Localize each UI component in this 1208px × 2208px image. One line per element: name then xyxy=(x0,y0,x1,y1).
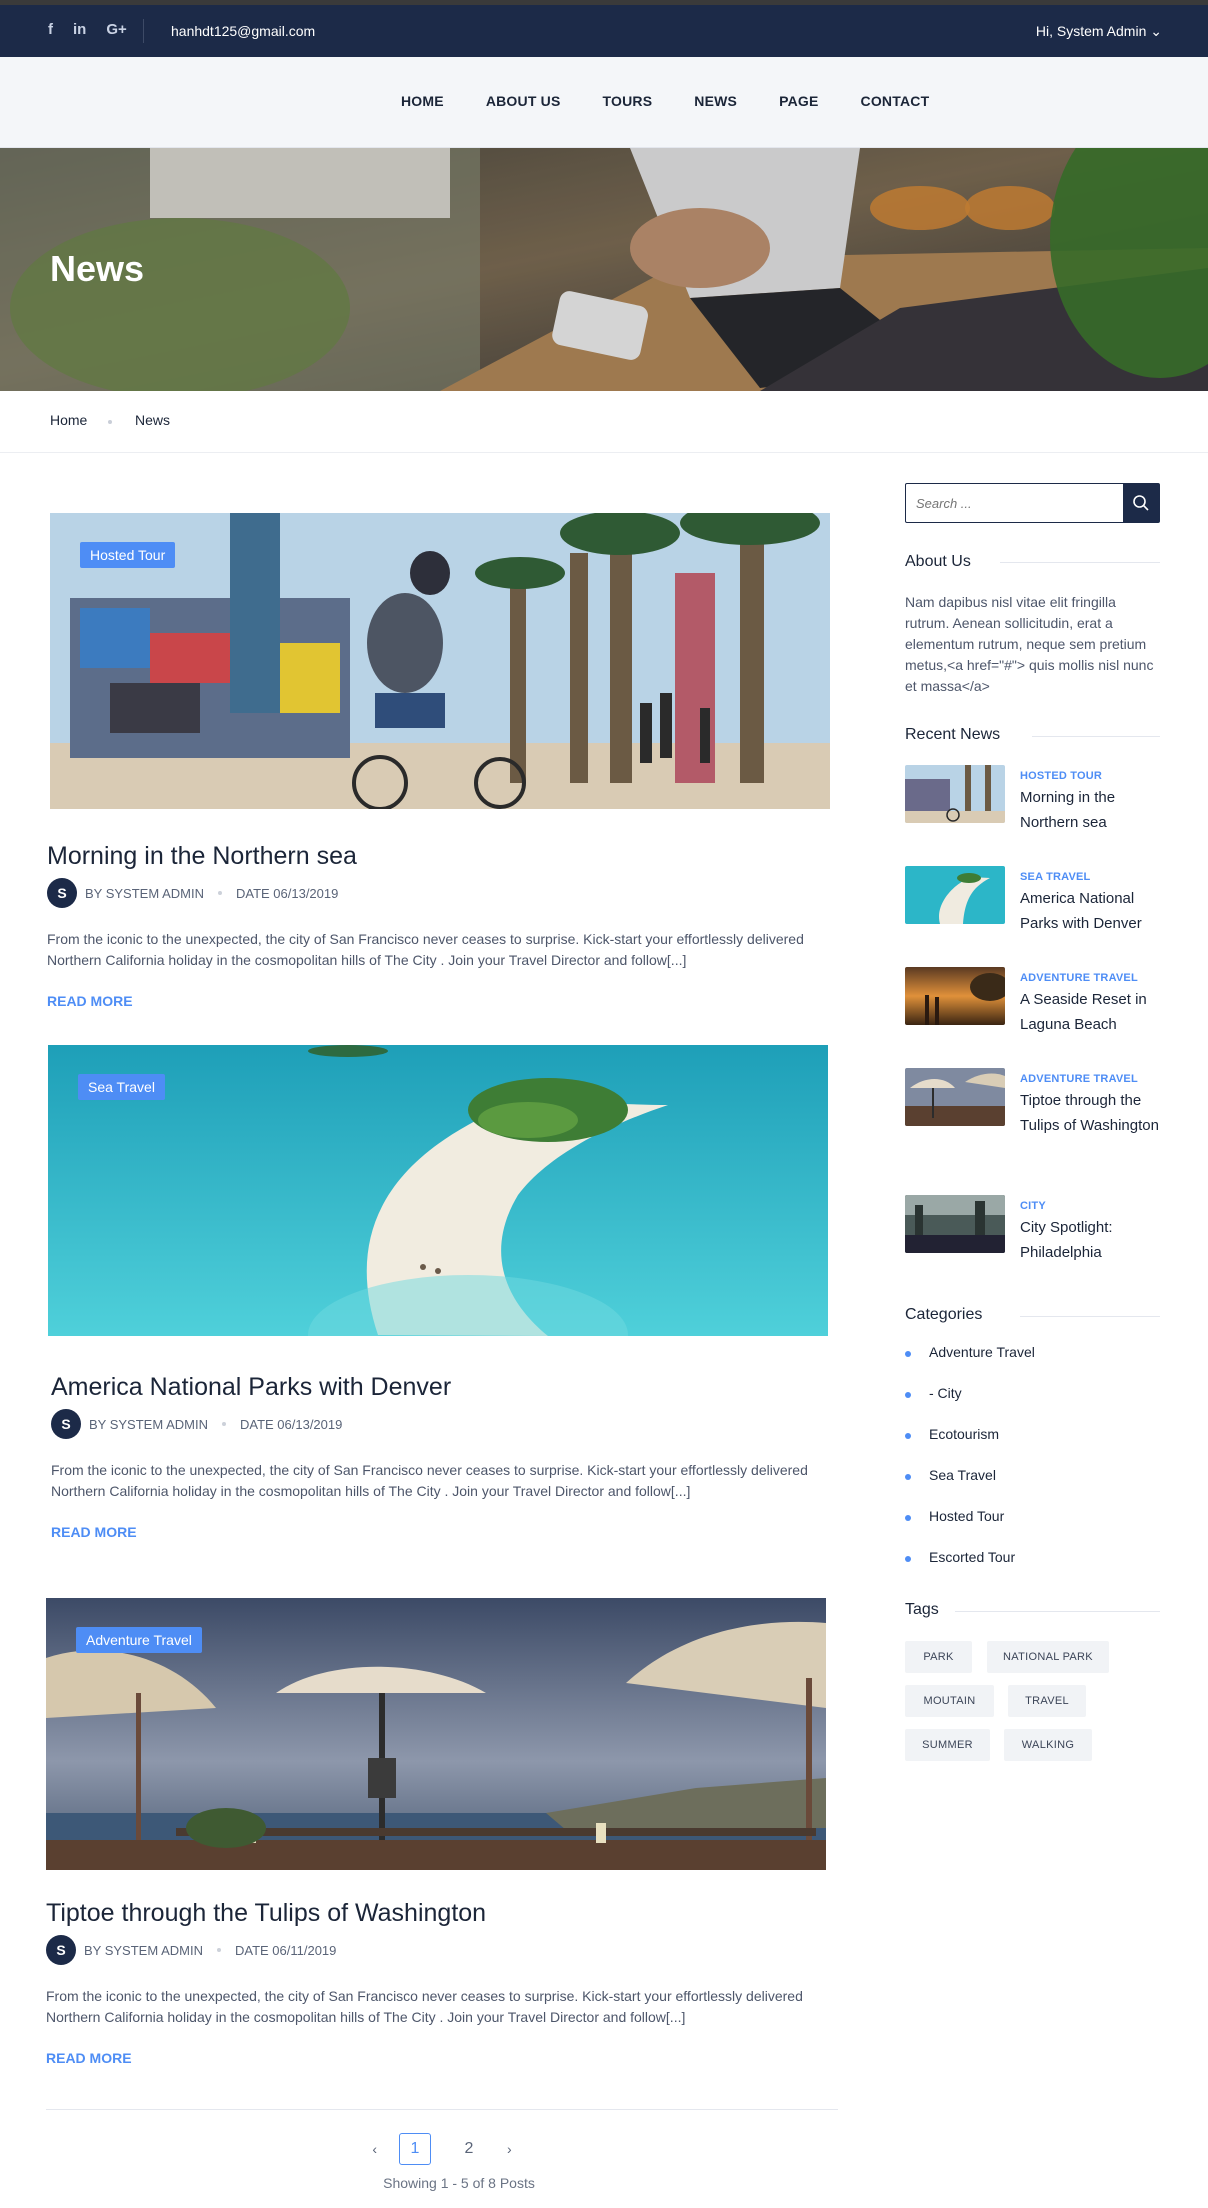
nav-item-contact[interactable]: CONTACT xyxy=(861,93,930,109)
post-category-badge[interactable]: Adventure Travel xyxy=(76,1627,202,1653)
social-links: f in G+ xyxy=(48,21,127,38)
read-more-link[interactable]: READ MORE xyxy=(51,1524,137,1540)
recent-news-title[interactable]: Tiptoe through the Tulips of Washington xyxy=(1020,1088,1160,1138)
heading-rule xyxy=(1020,1316,1160,1317)
recent-news-heading: Recent News xyxy=(905,726,1001,743)
avatar: S xyxy=(51,1409,81,1439)
pagination: ‹ 1 2 › xyxy=(0,2133,884,2165)
main-nav: HOME ABOUT US TOURS NEWS PAGE CONTACT xyxy=(0,57,1208,148)
about-text: Nam dapibus nisl vitae elit fringilla ru… xyxy=(905,594,1154,694)
post-title[interactable]: Tiptoe through the Tulips of Washington xyxy=(46,1899,486,1928)
categories-heading: Categories xyxy=(905,1306,983,1323)
page-button-1[interactable]: 1 xyxy=(399,2133,431,2165)
post-date: DATE 06/11/2019 xyxy=(234,1942,337,1958)
post-date: DATE 06/13/2019 xyxy=(239,1416,343,1432)
post-author[interactable]: BY SYSTEM ADMIN xyxy=(84,1943,203,1958)
post-excerpt: From the iconic to the unexpected, the c… xyxy=(46,1988,803,2025)
meta-separator xyxy=(221,1422,226,1426)
google-plus-icon[interactable]: G+ xyxy=(106,21,126,38)
page-title: News xyxy=(50,248,145,289)
heading-rule xyxy=(1000,562,1160,563)
post-author[interactable]: BY SYSTEM ADMIN xyxy=(85,886,204,901)
category-item[interactable]: Sea Travel xyxy=(905,1467,1035,1508)
post-excerpt: From the iconic to the unexpected, the c… xyxy=(47,931,804,968)
tag-item[interactable]: TRAVEL xyxy=(1008,1685,1086,1717)
post-author[interactable]: BY SYSTEM ADMIN xyxy=(89,1417,208,1432)
pagination-divider xyxy=(46,2109,838,2110)
category-item[interactable]: Adventure Travel xyxy=(905,1344,1035,1385)
recent-news-category[interactable]: CITY xyxy=(1020,1200,1046,1212)
breadcrumb: Home News xyxy=(0,391,1208,453)
linkedin-icon[interactable]: in xyxy=(73,21,86,38)
post-excerpt: From the iconic to the unexpected, the c… xyxy=(51,1462,808,1499)
search-input[interactable] xyxy=(916,492,1116,514)
nav-item-page[interactable]: PAGE xyxy=(779,93,818,109)
post-image-island xyxy=(48,1045,828,1336)
top-bar: f in G+ hanhdt125@gmail.com Hi, System A… xyxy=(0,0,1208,57)
category-item[interactable]: Ecotourism xyxy=(905,1426,1035,1467)
post-category-badge[interactable]: Sea Travel xyxy=(78,1074,165,1100)
search-box xyxy=(905,483,1160,523)
nav-item-about-us[interactable]: ABOUT US xyxy=(486,93,561,109)
post-meta: S BY SYSTEM ADMIN DATE 06/13/2019 xyxy=(51,1409,342,1439)
category-item[interactable]: - City xyxy=(905,1385,1035,1426)
breadcrumb-current: News xyxy=(135,412,171,428)
category-item[interactable]: Escorted Tour xyxy=(905,1549,1035,1590)
post-meta: S BY SYSTEM ADMIN DATE 06/13/2019 xyxy=(47,878,338,908)
nav-item-tours[interactable]: TOURS xyxy=(603,93,653,109)
category-item[interactable]: Hosted Tour xyxy=(905,1508,1035,1549)
recent-news-category[interactable]: ADVENTURE TRAVEL xyxy=(1020,972,1138,984)
recent-news-thumbnail[interactable] xyxy=(905,967,1005,1025)
heading-rule xyxy=(955,1611,1160,1612)
breadcrumb-home[interactable]: Home xyxy=(50,412,87,428)
post-meta: S BY SYSTEM ADMIN DATE 06/11/2019 xyxy=(46,1935,336,1965)
read-more-link[interactable]: READ MORE xyxy=(47,993,133,1009)
contact-email[interactable]: hanhdt125@gmail.com xyxy=(171,23,315,39)
recent-news-category[interactable]: SEA TRAVEL xyxy=(1020,871,1090,883)
post-date: DATE 06/13/2019 xyxy=(235,885,339,901)
about-heading: About Us xyxy=(905,553,971,570)
prev-page-button[interactable]: ‹ xyxy=(372,2141,377,2157)
recent-news-title[interactable]: A Seaside Reset in Laguna Beach xyxy=(1020,987,1160,1037)
breadcrumb-separator xyxy=(108,420,112,424)
tag-item[interactable]: MOUTAIN xyxy=(905,1685,994,1717)
category-list: Adventure Travel - City Ecotourism Sea T… xyxy=(905,1344,1035,1590)
recent-news-category[interactable]: HOSTED TOUR xyxy=(1020,770,1102,782)
tag-item[interactable]: SUMMER xyxy=(905,1729,990,1761)
facebook-icon[interactable]: f xyxy=(48,21,53,38)
post-title[interactable]: Morning in the Northern sea xyxy=(47,842,357,871)
search-button[interactable] xyxy=(1123,484,1159,522)
post-image[interactable] xyxy=(48,1045,828,1336)
post-title[interactable]: America National Parks with Denver xyxy=(51,1373,451,1402)
tag-item[interactable]: PARK xyxy=(905,1641,972,1673)
recent-news-thumbnail[interactable] xyxy=(905,1195,1005,1253)
next-page-button[interactable]: › xyxy=(507,2141,512,2157)
post-category-badge[interactable]: Hosted Tour xyxy=(80,542,176,568)
hero-banner xyxy=(0,148,1208,391)
search-icon xyxy=(1133,495,1149,511)
heading-rule xyxy=(1032,736,1160,737)
nav-item-home[interactable]: HOME xyxy=(401,93,444,109)
read-more-link[interactable]: READ MORE xyxy=(46,2050,132,2066)
nav-item-news[interactable]: NEWS xyxy=(694,93,737,109)
recent-news-thumbnail[interactable] xyxy=(905,765,1005,823)
pagination-summary: Showing 1 - 5 of 8 Posts xyxy=(383,2175,535,2191)
avatar: S xyxy=(46,1935,76,1965)
recent-news-thumbnail[interactable] xyxy=(905,866,1005,924)
user-menu[interactable]: Hi, System Admin ⌄ xyxy=(1036,23,1162,40)
avatar: S xyxy=(47,878,77,908)
tag-item[interactable]: WALKING xyxy=(1004,1729,1092,1761)
recent-news-title[interactable]: City Spotlight: Philadelphia xyxy=(1020,1215,1160,1265)
page-button-2[interactable]: 2 xyxy=(453,2133,485,2165)
recent-news-title[interactable]: Morning in the Northern sea xyxy=(1020,785,1160,835)
recent-news-category[interactable]: ADVENTURE TRAVEL xyxy=(1020,1073,1138,1085)
tag-item[interactable]: NATIONAL PARK xyxy=(987,1641,1109,1673)
topbar-divider xyxy=(143,19,144,43)
meta-separator xyxy=(217,891,222,895)
recent-news-title[interactable]: America National Parks with Denver xyxy=(1020,886,1160,936)
tags-heading: Tags xyxy=(905,1601,939,1618)
recent-news-thumbnail[interactable] xyxy=(905,1068,1005,1126)
hero-image xyxy=(0,148,1208,391)
meta-separator xyxy=(216,1948,221,1952)
